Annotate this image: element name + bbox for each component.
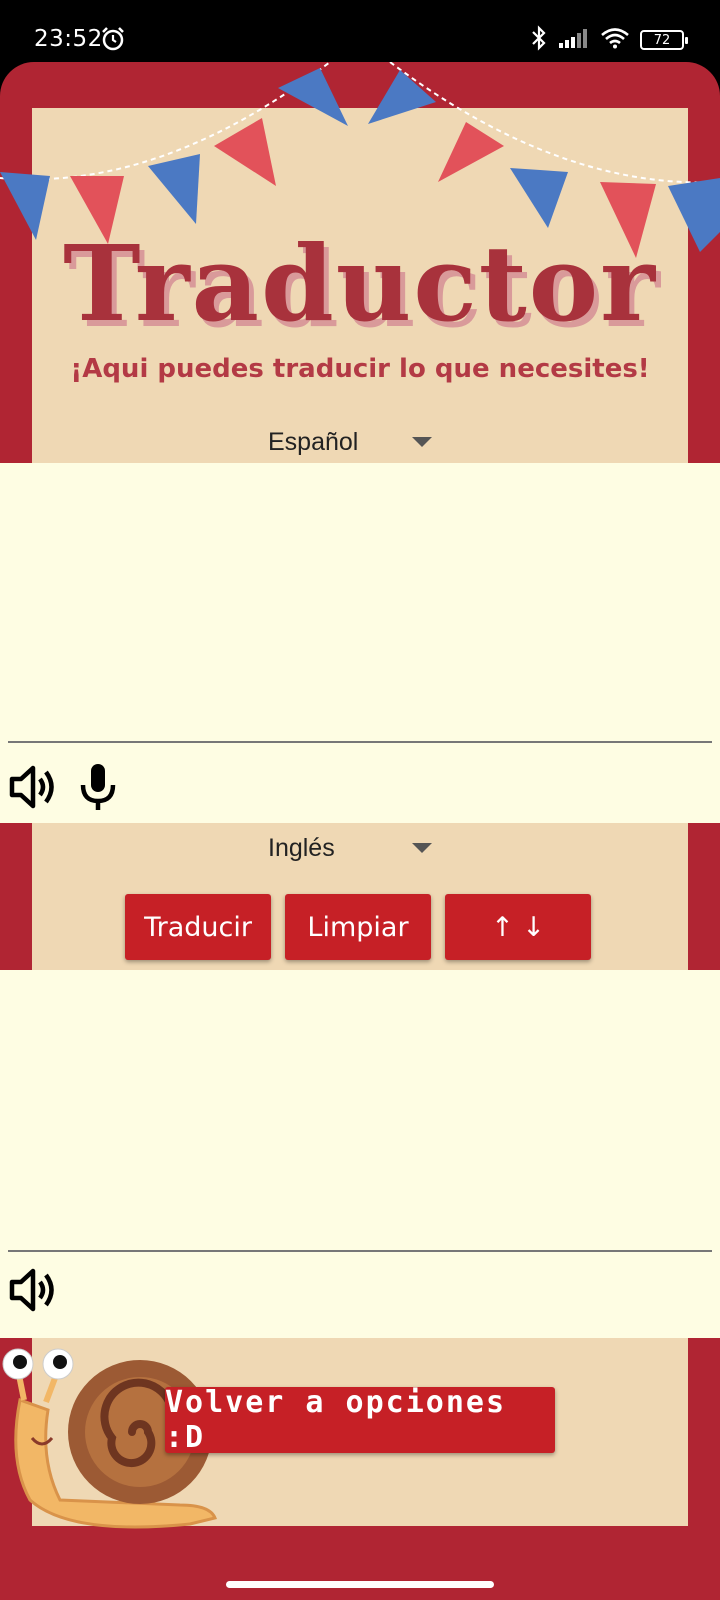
target-text-output	[8, 970, 712, 1252]
source-panel	[0, 463, 720, 823]
page-title: Traductor	[63, 222, 657, 345]
status-time: 23:52	[34, 26, 103, 52]
target-panel	[0, 970, 720, 1338]
battery-icon: 72	[640, 30, 688, 50]
source-text-input[interactable]	[8, 463, 712, 743]
clear-button[interactable]: Limpiar	[285, 894, 431, 960]
home-indicator[interactable]	[226, 1581, 494, 1588]
wifi-icon	[600, 27, 630, 54]
bluetooth-icon	[530, 24, 548, 56]
swap-languages-button[interactable]: ↑ ↓	[445, 894, 591, 960]
action-buttons: Traducir Limpiar ↑ ↓	[125, 894, 591, 960]
page-subtitle: ¡Aqui puedes traducir lo que necesites!	[70, 354, 650, 384]
status-icons: 72	[530, 24, 688, 56]
signal-icon	[558, 27, 590, 54]
back-to-options-button[interactable]: Volver a opciones :D	[165, 1385, 555, 1455]
alarm-icon	[100, 26, 126, 57]
status-bar: 23:52 72	[0, 0, 720, 62]
translate-button[interactable]: Traducir	[125, 894, 271, 960]
speaker-icon[interactable]	[5, 759, 61, 815]
chevron-down-icon	[412, 843, 432, 853]
chevron-down-icon	[412, 437, 432, 447]
target-language-select[interactable]: Inglés	[268, 828, 448, 868]
microphone-icon[interactable]	[70, 759, 126, 815]
target-language-label: Inglés	[268, 833, 335, 862]
source-language-select[interactable]: Español	[268, 422, 448, 462]
source-language-label: Español	[268, 427, 359, 456]
app-screen: Traductor ¡Aqui puedes traducir lo que n…	[0, 62, 720, 1600]
speaker-icon[interactable]	[5, 1262, 61, 1318]
